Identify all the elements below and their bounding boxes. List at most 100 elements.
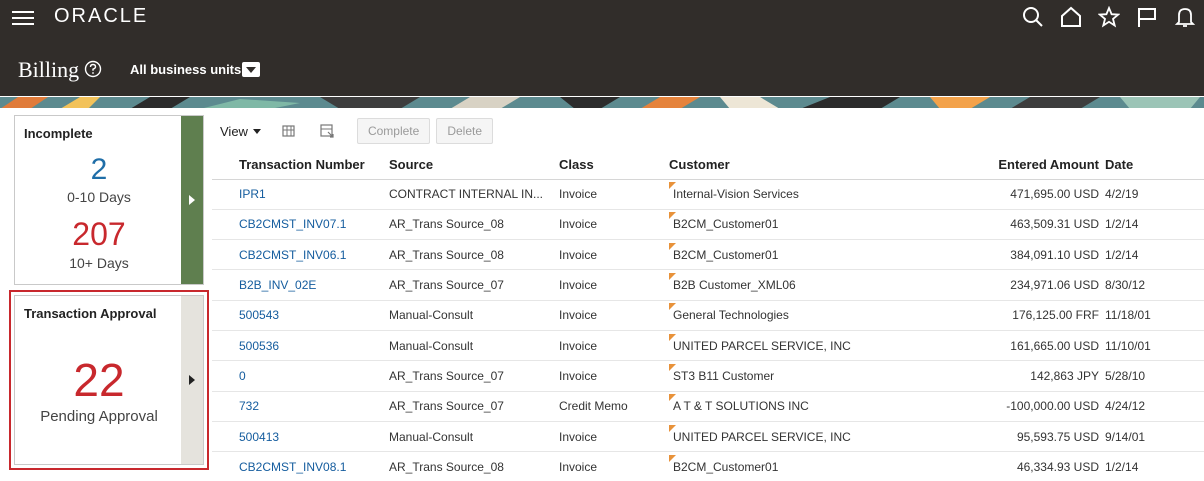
delete-button[interactable]: Delete xyxy=(436,118,493,144)
transaction-number-link[interactable]: 500413 xyxy=(239,430,279,444)
transaction-number-link[interactable]: CB2CMST_INV06.1 xyxy=(239,248,346,262)
table-row[interactable]: CB2CMST_INV08.1 AR_Trans Source_08 Invoice… xyxy=(212,451,1204,481)
customer-cell: UNITED PARCEL SERVICE, INC xyxy=(669,339,851,353)
date-cell: 4/24/12 xyxy=(1105,391,1204,422)
transaction-number-link[interactable]: B2B_INV_02E xyxy=(239,278,316,292)
transaction-number-link[interactable]: CB2CMST_INV07.1 xyxy=(239,217,346,231)
highlight-box xyxy=(9,290,209,470)
class-cell: Invoice xyxy=(559,330,669,362)
table-row[interactable]: CB2CMST_INV06.1 AR_Trans Source_08 Invoice… xyxy=(212,239,1204,271)
source-cell: AR_Trans Source_08 xyxy=(389,209,559,241)
date-cell: 8/30/12 xyxy=(1105,269,1204,301)
incomplete-10plus-count[interactable]: 207 xyxy=(15,216,183,253)
amount-cell: 142,863 JPY xyxy=(899,360,1105,392)
table-header-row: Transaction Number Source Class Customer… xyxy=(212,150,1204,180)
date-cell: 11/10/01 xyxy=(1105,330,1204,362)
amount-cell: 384,091.10 USD xyxy=(899,239,1105,271)
amount-cell: 463,509.31 USD xyxy=(899,209,1105,241)
table-row[interactable]: 500536 Manual-Consult Invoice UNITED PARCEL… xyxy=(212,330,1204,362)
date-cell: 11/18/01 xyxy=(1105,300,1204,331)
class-cell: Invoice xyxy=(559,360,669,392)
caret-down-icon xyxy=(252,128,261,134)
transaction-number-link[interactable]: 0 xyxy=(239,369,246,383)
column-header-source[interactable]: Source xyxy=(389,150,559,180)
class-cell: Credit Memo xyxy=(559,391,669,422)
table-row[interactable]: IPR1 CONTRACT INTERNAL IN... Invoice Intern… xyxy=(212,179,1204,210)
amount-cell: -100,000.00 USD xyxy=(899,391,1105,422)
table-row[interactable]: 500543 Manual-Consult Invoice General Techn… xyxy=(212,300,1204,331)
star-icon[interactable] xyxy=(1090,2,1128,32)
amount-cell: 234,971.06 USD xyxy=(899,269,1105,301)
transaction-number-link[interactable]: 500543 xyxy=(239,308,279,322)
customer-cell: B2CM_Customer01 xyxy=(669,248,778,262)
column-header-transaction-number[interactable]: Transaction Number xyxy=(212,150,389,180)
column-header-date[interactable]: Date xyxy=(1105,150,1204,180)
customer-cell: ST3 B11 Customer xyxy=(669,369,774,383)
source-cell: Manual-Consult xyxy=(389,421,559,453)
home-icon[interactable] xyxy=(1052,2,1090,32)
source-cell: CONTRACT INTERNAL IN... xyxy=(389,179,559,210)
notifications-icon[interactable] xyxy=(1166,2,1204,32)
date-cell: 1/2/14 xyxy=(1105,451,1204,481)
class-cell: Invoice xyxy=(559,451,669,481)
decorative-banner xyxy=(0,96,1204,108)
table-row[interactable]: B2B_INV_02E AR_Trans Source_07 Invoice B2B … xyxy=(212,269,1204,301)
customer-cell: B2CM_Customer01 xyxy=(669,460,778,474)
source-cell: AR_Trans Source_07 xyxy=(389,269,559,301)
class-cell: Invoice xyxy=(559,421,669,453)
infolet-expand-tab[interactable] xyxy=(181,116,203,284)
table-row[interactable]: 732 AR_Trans Source_07 Credit Memo A T & T … xyxy=(212,391,1204,422)
business-unit-dropdown-button[interactable] xyxy=(242,62,260,77)
column-header-class[interactable]: Class xyxy=(559,150,669,180)
customer-cell: A T & T SOLUTIONS INC xyxy=(669,399,809,413)
customer-cell: General Technologies xyxy=(669,308,789,322)
customer-cell: B2CM_Customer01 xyxy=(669,217,778,231)
class-cell: Invoice xyxy=(559,179,669,210)
transaction-number-link[interactable]: CB2CMST_INV08.1 xyxy=(239,460,346,474)
source-cell: AR_Trans Source_08 xyxy=(389,451,559,481)
freeze-columns-icon[interactable] xyxy=(279,121,299,141)
source-cell: Manual-Consult xyxy=(389,300,559,331)
view-menu[interactable]: View xyxy=(220,124,261,139)
search-icon[interactable] xyxy=(1014,2,1052,32)
transaction-number-link[interactable]: 732 xyxy=(239,399,259,413)
table-row[interactable]: 500413 Manual-Consult Invoice UNITED PARCEL… xyxy=(212,421,1204,453)
transaction-number-link[interactable]: IPR1 xyxy=(239,187,266,201)
column-header-entered-amount[interactable]: Entered Amount xyxy=(899,150,1105,180)
date-cell: 4/2/19 xyxy=(1105,179,1204,210)
page-title: Billing xyxy=(18,57,80,82)
date-cell: 1/2/14 xyxy=(1105,209,1204,241)
infolet-title: Incomplete xyxy=(24,126,93,141)
global-toolbar xyxy=(1014,2,1204,32)
column-header-customer[interactable]: Customer xyxy=(669,150,899,180)
date-cell: 5/28/10 xyxy=(1105,360,1204,392)
help-icon[interactable] xyxy=(84,60,102,83)
table-row[interactable]: 0 AR_Trans Source_07 Invoice ST3 B11 Custom… xyxy=(212,360,1204,392)
incomplete-0-10-count[interactable]: 2 xyxy=(15,153,183,187)
business-unit-selector[interactable]: All business units xyxy=(130,62,241,77)
amount-cell: 161,665.00 USD xyxy=(899,330,1105,362)
navigator-menu-icon[interactable] xyxy=(12,8,34,26)
class-cell: Invoice xyxy=(559,239,669,271)
incomplete-infolet[interactable]: Incomplete 2 0-10 Days 207 10+ Days xyxy=(14,115,204,285)
source-cell: AR_Trans Source_07 xyxy=(389,391,559,422)
customer-cell: Internal-Vision Services xyxy=(669,187,799,201)
complete-button[interactable]: Complete xyxy=(356,118,431,144)
oracle-logo: ORACLE xyxy=(54,5,149,27)
detach-table-icon[interactable] xyxy=(317,121,337,141)
source-cell: AR_Trans Source_08 xyxy=(389,239,559,271)
view-menu-label: View xyxy=(220,123,248,139)
table-toolbar: View Complete Delete xyxy=(212,117,493,145)
flag-icon[interactable] xyxy=(1128,2,1166,32)
customer-cell: UNITED PARCEL SERVICE, INC xyxy=(669,430,851,444)
amount-cell: 46,334.93 USD xyxy=(899,451,1105,481)
source-cell: Manual-Consult xyxy=(389,330,559,362)
incomplete-0-10-label: 0-10 Days xyxy=(67,189,131,205)
customer-cell: B2B Customer_XML06 xyxy=(669,278,796,292)
class-cell: Invoice xyxy=(559,269,669,301)
transaction-number-link[interactable]: 500536 xyxy=(239,339,279,353)
amount-cell: 176,125.00 FRF xyxy=(899,300,1105,331)
date-cell: 1/2/14 xyxy=(1105,239,1204,271)
table-row[interactable]: CB2CMST_INV07.1 AR_Trans Source_08 Invoice… xyxy=(212,209,1204,241)
class-cell: Invoice xyxy=(559,300,669,331)
